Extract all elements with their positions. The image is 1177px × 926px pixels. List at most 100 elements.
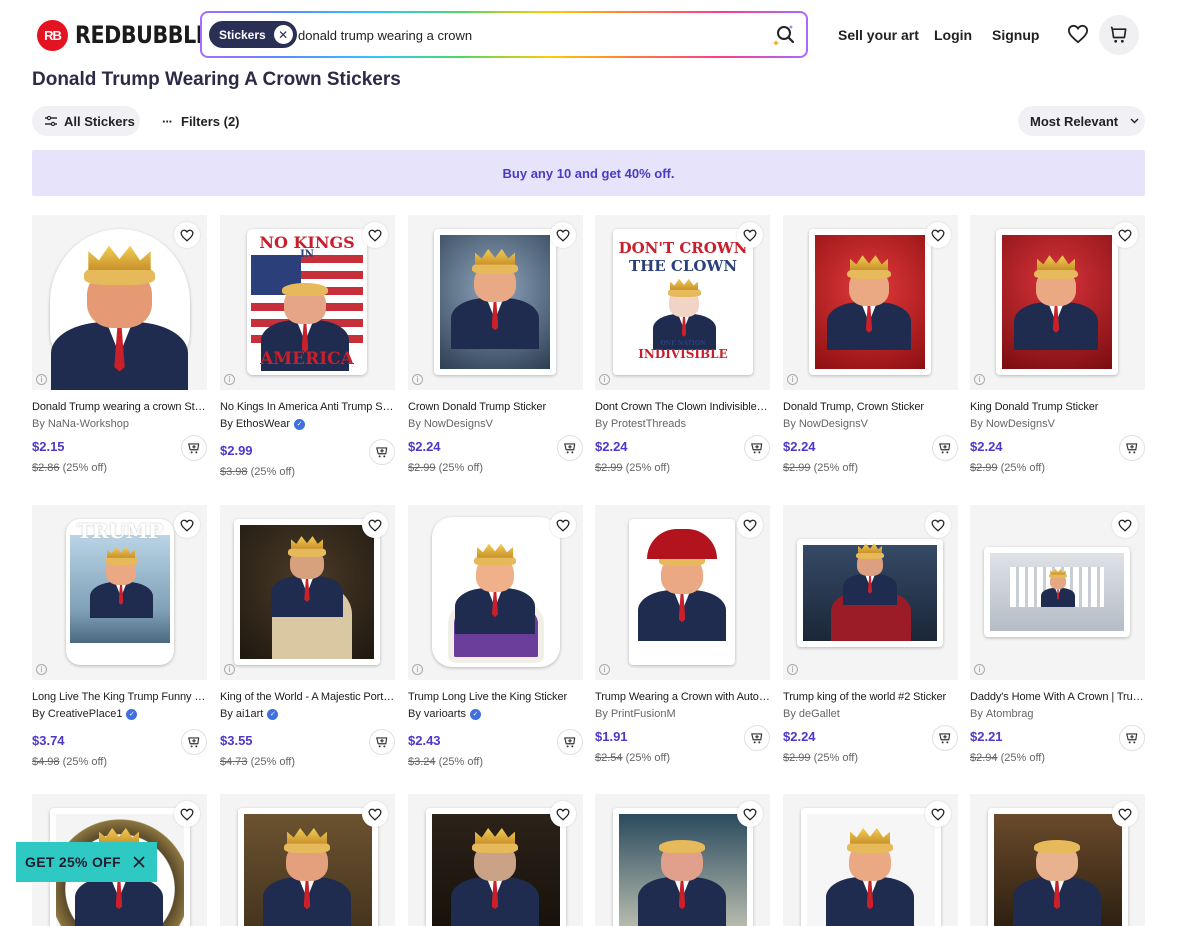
product-image[interactable] bbox=[408, 794, 583, 926]
product-card[interactable] bbox=[408, 794, 583, 926]
favorite-heart-icon[interactable] bbox=[174, 512, 200, 538]
artist-name[interactable]: NowDesignsV bbox=[799, 418, 868, 430]
info-icon[interactable]: i bbox=[36, 374, 47, 385]
remove-chip-icon[interactable]: ✕ bbox=[273, 25, 293, 44]
add-to-cart-icon[interactable] bbox=[744, 725, 770, 751]
product-artist[interactable]: By Atombrag bbox=[970, 708, 1145, 720]
product-title[interactable]: Trump king of the world #2 Sticker bbox=[783, 691, 958, 703]
promo-banner[interactable]: Buy any 10 and get 40% off. bbox=[32, 150, 1145, 196]
artist-name[interactable]: PrintFusionM bbox=[611, 708, 676, 720]
product-card[interactable]: i King of the World - A Majestic Portrai… bbox=[220, 505, 395, 775]
product-artist[interactable]: By CreativePlace1 ✓ bbox=[32, 708, 207, 720]
add-to-cart-icon[interactable] bbox=[181, 435, 207, 461]
favorite-heart-icon[interactable] bbox=[550, 222, 576, 248]
favorite-heart-icon[interactable] bbox=[1112, 512, 1138, 538]
product-image[interactable]: i bbox=[32, 215, 207, 390]
signup-link[interactable]: Signup bbox=[992, 27, 1039, 43]
product-image[interactable]: i bbox=[970, 505, 1145, 680]
artist-name[interactable]: ProtestThreads bbox=[611, 418, 686, 430]
favorite-heart-icon[interactable] bbox=[1112, 222, 1138, 248]
product-artist[interactable]: By ProtestThreads bbox=[595, 418, 770, 430]
product-title[interactable]: Trump Wearing a Crown with Autograph Sti… bbox=[595, 691, 770, 703]
favorite-heart-icon[interactable] bbox=[550, 801, 576, 827]
product-image[interactable]: i bbox=[220, 505, 395, 680]
favorite-heart-icon[interactable] bbox=[1112, 801, 1138, 827]
product-card[interactable]: DON'T CROWN THE CLOWN ONE NATION INDIVIS… bbox=[595, 215, 770, 485]
product-image[interactable]: i bbox=[783, 215, 958, 390]
product-artist[interactable]: By PrintFusionM bbox=[595, 708, 770, 720]
category-chip[interactable]: Stickers ✕ bbox=[209, 21, 297, 48]
product-image[interactable]: i bbox=[783, 505, 958, 680]
add-to-cart-icon[interactable] bbox=[557, 729, 583, 755]
favorites-heart-icon[interactable] bbox=[1064, 20, 1092, 48]
add-to-cart-icon[interactable] bbox=[181, 729, 207, 755]
product-artist[interactable]: By varioarts ✓ bbox=[408, 708, 583, 720]
add-to-cart-icon[interactable] bbox=[932, 435, 958, 461]
product-card[interactable]: i Donald Trump wearing a crown Sticker B… bbox=[32, 215, 207, 485]
product-image[interactable] bbox=[783, 794, 958, 926]
product-image[interactable] bbox=[970, 794, 1145, 926]
artist-name[interactable]: EthosWear bbox=[236, 418, 290, 430]
product-image[interactable]: NO KINGS IN AMERICA i bbox=[220, 215, 395, 390]
add-to-cart-icon[interactable] bbox=[1119, 725, 1145, 751]
product-artist[interactable]: By NowDesignsV bbox=[970, 418, 1145, 430]
close-icon[interactable] bbox=[130, 853, 148, 871]
sort-dropdown[interactable]: Most Relevant bbox=[1018, 106, 1145, 136]
product-artist[interactable]: By ai1art ✓ bbox=[220, 708, 395, 720]
info-icon[interactable]: i bbox=[974, 664, 985, 675]
favorite-heart-icon[interactable] bbox=[362, 801, 388, 827]
product-image[interactable]: i bbox=[408, 215, 583, 390]
product-artist[interactable]: By NowDesignsV bbox=[783, 418, 958, 430]
favorite-heart-icon[interactable] bbox=[925, 222, 951, 248]
product-artist[interactable]: By deGallet bbox=[783, 708, 958, 720]
product-card[interactable]: TRUMP i Long Live The King Trump Funny S… bbox=[32, 505, 207, 775]
product-artist[interactable]: By NowDesignsV bbox=[408, 418, 583, 430]
login-link[interactable]: Login bbox=[934, 27, 972, 43]
artist-name[interactable]: NowDesignsV bbox=[986, 418, 1055, 430]
product-image[interactable] bbox=[220, 794, 395, 926]
product-title[interactable]: Long Live The King Trump Funny Sticker bbox=[32, 691, 207, 703]
product-card[interactable]: i Trump king of the world #2 Sticker By … bbox=[783, 505, 958, 775]
favorite-heart-icon[interactable] bbox=[550, 512, 576, 538]
product-artist[interactable]: By NaNa-Workshop bbox=[32, 418, 207, 430]
all-stickers-button[interactable]: All Stickers bbox=[32, 106, 140, 136]
product-card[interactable]: i King Donald Trump Sticker By NowDesign… bbox=[970, 215, 1145, 485]
add-to-cart-icon[interactable] bbox=[744, 435, 770, 461]
favorite-heart-icon[interactable] bbox=[362, 512, 388, 538]
product-image[interactable]: DON'T CROWN THE CLOWN ONE NATION INDIVIS… bbox=[595, 215, 770, 390]
product-title[interactable]: Crown Donald Trump Sticker bbox=[408, 401, 583, 413]
search-icon[interactable] bbox=[770, 21, 798, 49]
product-card[interactable]: i Crown Donald Trump Sticker By NowDesig… bbox=[408, 215, 583, 485]
filters-button[interactable]: ··· Filters (2) bbox=[162, 106, 240, 136]
product-card[interactable]: i Daddy's Home With A Crown | Trump Stic… bbox=[970, 505, 1145, 775]
product-card[interactable]: i Trump Long Live the King Sticker By va… bbox=[408, 505, 583, 775]
favorite-heart-icon[interactable] bbox=[737, 801, 763, 827]
info-icon[interactable]: i bbox=[599, 374, 610, 385]
product-title[interactable]: Donald Trump wearing a crown Sticker bbox=[32, 401, 207, 413]
add-to-cart-icon[interactable] bbox=[557, 435, 583, 461]
product-card[interactable]: NO KINGS IN AMERICA i No Kings In Americ… bbox=[220, 215, 395, 485]
sell-your-art-link[interactable]: Sell your art bbox=[838, 27, 919, 43]
product-title[interactable]: No Kings In America Anti Trump Sticker bbox=[220, 401, 395, 413]
favorite-heart-icon[interactable] bbox=[925, 512, 951, 538]
product-image[interactable] bbox=[595, 794, 770, 926]
artist-name[interactable]: NowDesignsV bbox=[424, 418, 493, 430]
artist-name[interactable]: Atombrag bbox=[986, 708, 1034, 720]
favorite-heart-icon[interactable] bbox=[174, 801, 200, 827]
add-to-cart-icon[interactable] bbox=[1119, 435, 1145, 461]
info-icon[interactable]: i bbox=[412, 664, 423, 675]
product-title[interactable]: King Donald Trump Sticker bbox=[970, 401, 1145, 413]
product-image[interactable]: i bbox=[595, 505, 770, 680]
info-icon[interactable]: i bbox=[787, 374, 798, 385]
discount-offer-banner[interactable]: GET 25% OFF bbox=[16, 842, 157, 882]
info-icon[interactable]: i bbox=[224, 664, 235, 675]
favorite-heart-icon[interactable] bbox=[174, 222, 200, 248]
product-title[interactable]: Donald Trump, Crown Sticker bbox=[783, 401, 958, 413]
favorite-heart-icon[interactable] bbox=[362, 222, 388, 248]
info-icon[interactable]: i bbox=[224, 374, 235, 385]
cart-icon[interactable] bbox=[1099, 15, 1139, 55]
add-to-cart-icon[interactable] bbox=[369, 729, 395, 755]
product-title[interactable]: King of the World - A Majestic Portrait … bbox=[220, 691, 395, 703]
artist-name[interactable]: ai1art bbox=[236, 708, 264, 720]
favorite-heart-icon[interactable] bbox=[925, 801, 951, 827]
